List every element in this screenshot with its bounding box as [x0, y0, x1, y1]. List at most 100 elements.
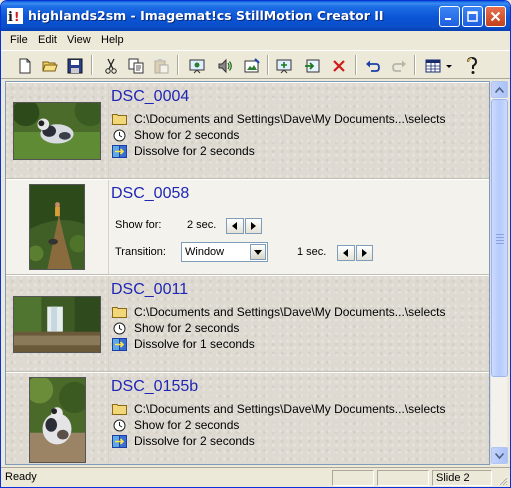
show-duration-spinner[interactable] — [226, 218, 263, 234]
clock-icon — [112, 129, 127, 142]
new-button[interactable] — [14, 55, 36, 76]
maximize-button[interactable] — [462, 6, 483, 27]
slide-row[interactable]: DSC_0011 C:\Documents and Settings\Dave\… — [6, 275, 489, 372]
toolbar-separator — [355, 55, 357, 75]
view-options-button[interactable] — [421, 55, 457, 76]
toolbar-separator — [91, 55, 93, 75]
arrow-right-icon — [362, 249, 368, 257]
minimize-button[interactable] — [439, 6, 460, 27]
menu-view[interactable]: View — [64, 33, 94, 47]
open-icon — [42, 61, 58, 71]
slide-duration-row: Show for 2 seconds — [112, 127, 239, 143]
delete-icon — [333, 59, 345, 72]
arrow-left-icon — [342, 249, 348, 257]
decrease-button[interactable] — [226, 218, 244, 234]
slide-transition-row: Dissolve for 1 seconds — [112, 336, 255, 352]
transition-select[interactable]: Window — [181, 242, 268, 262]
folder-icon — [112, 403, 127, 416]
slide-transition: Dissolve for 1 seconds — [134, 337, 255, 351]
slide-path: C:\Documents and Settings\Dave\My Docume… — [134, 305, 446, 319]
close-button[interactable] — [485, 6, 506, 27]
slide-row-selected[interactable]: DSC_0058 Show for: 2 sec. Transition: Wi… — [6, 179, 489, 275]
delete-button[interactable] — [328, 55, 350, 76]
menu-help[interactable]: Help — [98, 33, 127, 47]
grip-line — [496, 243, 504, 244]
slide-row[interactable]: DSC_0004 C:\Documents and Settings\Dave\… — [6, 82, 489, 179]
paste-button[interactable] — [150, 55, 172, 76]
undo-button[interactable] — [362, 55, 384, 76]
close-icon — [490, 11, 501, 22]
transition-icon — [112, 337, 127, 351]
grip-line — [496, 237, 504, 238]
slide-thumbnail[interactable] — [29, 377, 86, 463]
transition-duration-spinner[interactable] — [337, 245, 374, 261]
status-text: Ready — [5, 471, 37, 483]
increase-button[interactable] — [244, 218, 262, 234]
toolbar-separator — [177, 55, 179, 75]
increase-button[interactable] — [355, 245, 373, 261]
audio-icon — [218, 58, 232, 73]
status-pane — [332, 470, 374, 486]
redo-button[interactable] — [388, 55, 410, 76]
slide-properties-icon — [189, 59, 205, 73]
copy-button[interactable] — [125, 55, 147, 76]
toolbar-separator — [414, 55, 416, 75]
slide-path: C:\Documents and Settings\Dave\My Docume… — [134, 112, 446, 126]
scroll-thumb[interactable] — [491, 99, 508, 377]
slide-thumbnail[interactable] — [13, 296, 101, 353]
title-bar[interactable]: i ! highlands2sm - Imagemat!cs StillMoti… — [1, 1, 510, 31]
resize-grip-icon[interactable] — [496, 474, 508, 486]
slide-row[interactable]: DSC_0155b C:\Documents and Settings\Dave… — [6, 372, 489, 464]
slide-thumbnail[interactable] — [29, 184, 85, 270]
slide-duration: Show for 2 seconds — [134, 418, 240, 432]
slide-transition: Dissolve for 2 seconds — [134, 434, 255, 448]
new-icon — [19, 58, 31, 73]
add-slide-icon — [276, 59, 292, 73]
transition-icon — [112, 144, 127, 158]
menu-edit[interactable]: Edit — [35, 33, 60, 47]
slide-duration-row: Show for 2 seconds — [112, 417, 239, 433]
clock-icon — [112, 322, 127, 335]
add-slide-button[interactable] — [274, 55, 296, 76]
folder-icon — [112, 113, 127, 126]
help-button[interactable] — [461, 55, 483, 76]
scroll-up-button[interactable] — [491, 81, 508, 98]
slide-path-row: C:\Documents and Settings\Dave\My Docume… — [112, 401, 445, 417]
redo-icon — [392, 60, 406, 72]
image-edit-button[interactable] — [241, 55, 263, 76]
chevron-down-icon — [254, 249, 262, 255]
app-window: i ! highlands2sm - Imagemat!cs StillMoti… — [0, 0, 511, 488]
slide-thumbnail[interactable] — [13, 102, 101, 160]
minimize-icon — [445, 18, 451, 20]
menu-file[interactable]: File — [7, 33, 31, 47]
slide-list[interactable]: DSC_0004 C:\Documents and Settings\Dave\… — [5, 81, 490, 465]
toolbar — [1, 50, 510, 79]
import-button[interactable] — [301, 55, 323, 76]
decrease-button[interactable] — [337, 245, 355, 261]
help-icon — [467, 56, 478, 74]
slide-properties-button[interactable] — [187, 55, 209, 76]
slide-title: DSC_0155b — [111, 378, 199, 395]
cut-button[interactable] — [100, 55, 122, 76]
slide-title: DSC_0011 — [111, 281, 189, 298]
slide-transition: Dissolve for 2 seconds — [134, 144, 255, 158]
dropdown-button[interactable] — [250, 244, 266, 260]
chevron-up-icon — [495, 86, 504, 93]
transition-duration-value: 1 sec. — [297, 246, 327, 258]
slide-title: DSC_0004 — [111, 88, 190, 105]
grip-line — [496, 234, 504, 235]
import-icon — [305, 59, 320, 72]
audio-button[interactable] — [214, 55, 236, 76]
image-edit-icon — [244, 57, 260, 72]
thumbnail-cell — [6, 276, 109, 371]
slide-transition-row: Dissolve for 2 seconds — [112, 433, 255, 449]
save-button[interactable] — [64, 55, 86, 76]
slide-path: C:\Documents and Settings\Dave\My Docume… — [134, 402, 446, 416]
transition-label: Transition: — [115, 246, 166, 258]
thumbnail-cell — [6, 373, 109, 464]
cut-icon — [105, 58, 117, 74]
toolbar-separator — [267, 55, 269, 75]
scroll-down-button[interactable] — [491, 447, 508, 464]
open-button[interactable] — [39, 55, 61, 76]
vertical-scrollbar[interactable] — [490, 81, 508, 465]
